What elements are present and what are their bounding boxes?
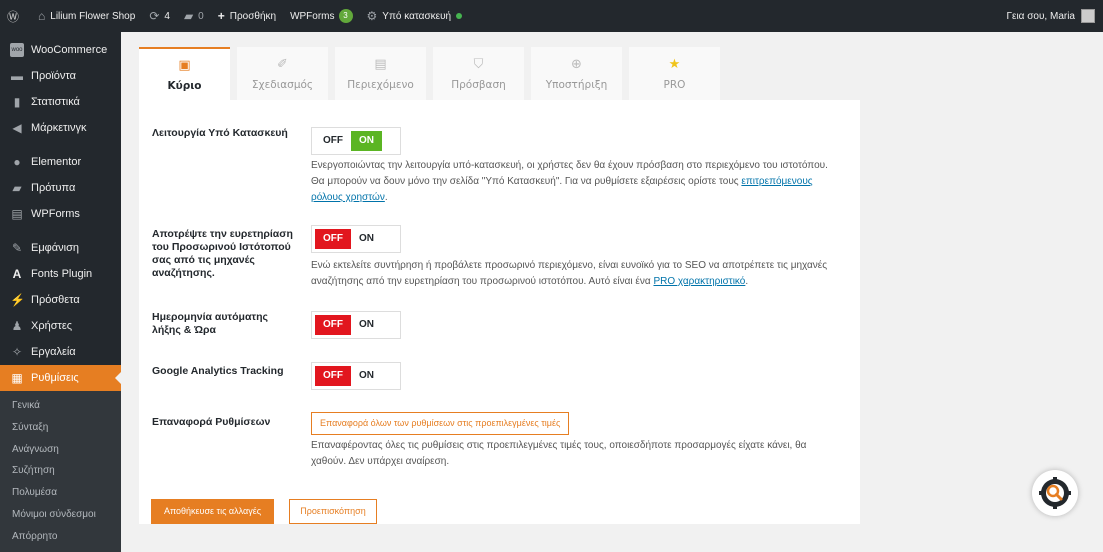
sidebar-item-elementor[interactable]: ● Elementor — [0, 149, 121, 175]
folder-icon: ▰ — [12, 181, 22, 195]
avatar — [1081, 9, 1095, 23]
admin-sidebar: woo WooCommerce ▬ Προϊόντα ▮ Στατιστικά ◀ Μά… — [0, 32, 121, 552]
reset-settings-button[interactable]: Επαναφορά όλων των ρυθμίσεων στις προεπι… — [311, 412, 570, 435]
sidebar-item-tools[interactable]: ✧ Εργαλεία — [0, 339, 121, 365]
wpforms-icon: ▤ — [11, 207, 23, 221]
reset-settings-label: Επαναφορά Ρυθμίσεων — [152, 416, 271, 428]
account-menu[interactable]: Γεια σου, Maria — [999, 0, 1103, 32]
sidebar-item-wpforms[interactable]: ▤ WPForms — [0, 201, 121, 227]
submenu-item-media[interactable]: Πολυμέσα — [0, 482, 121, 504]
noindex-label: Αποτρέψτε την ευρετηρίαση του Προσωρινού… — [152, 228, 293, 279]
reset-settings-description: Επαναφέροντας όλες τις ρυθμίσεις στις πρ… — [311, 440, 807, 467]
submenu-item-permalinks[interactable]: Μόνιμοι σύνδεσμοι — [0, 504, 121, 526]
sidebar-item-appearance[interactable]: ✎ Εμφάνιση — [0, 235, 121, 261]
updates-icon: ⟳ — [149, 9, 160, 23]
sidebar-item-templates[interactable]: ▰ Πρότυπα — [0, 175, 121, 201]
auto-end-label: Ημερομηνία αυτόματης λήξης & Ώρα — [152, 311, 268, 336]
toggle-on-option[interactable]: ON — [351, 131, 382, 151]
star-icon: ★ — [668, 56, 681, 72]
save-changes-button[interactable]: Αποθήκευσε τις αλλαγές — [151, 499, 274, 524]
brush-icon: ✐ — [277, 56, 288, 72]
toggle-on-option[interactable]: ON — [351, 229, 382, 249]
paintbrush-icon: ✎ — [11, 241, 23, 255]
noindex-toggle[interactable]: OFF ON — [311, 225, 401, 253]
shield-icon: ⛉ — [473, 56, 484, 72]
comments-link[interactable]: ▰ 0 — [177, 0, 211, 32]
sidebar-item-marketing[interactable]: ◀ Μάρκετινγκ — [0, 115, 121, 141]
tab-general[interactable]: ▣ Κύριο — [139, 47, 230, 100]
auto-end-toggle[interactable]: OFF ON — [311, 311, 401, 339]
megaphone-icon: ◀ — [12, 121, 22, 135]
tab-design[interactable]: ✐ Σχεδιασμός — [237, 47, 328, 100]
support-icon: ⊕ — [571, 56, 582, 72]
sidebar-item-analytics[interactable]: ▮ Στατιστικά — [0, 89, 121, 115]
gear-icon: ⚙ — [366, 9, 378, 23]
woocommerce-icon: woo — [10, 43, 24, 57]
elementor-icon: ● — [13, 155, 21, 169]
maintenance-mode-label: Λειτουργία Υπό Κατασκευή — [152, 127, 288, 139]
tab-content[interactable]: ▤ Περιεχόμενο — [335, 47, 426, 100]
home-icon: ⌂ — [38, 9, 46, 23]
wpforms-count-badge: 3 — [338, 9, 353, 23]
products-icon: ▬ — [11, 69, 23, 83]
content-icon: ▤ — [374, 56, 387, 72]
wpforms-link[interactable]: WPForms 3 — [283, 0, 359, 32]
admin-bar: Ⓦ ⌂ Lilium Flower Shop ⟳ 4 ▰ 0 + Προσθήκη WP… — [0, 0, 1103, 32]
sidebar-item-products[interactable]: ▬ Προϊόντα — [0, 63, 121, 89]
sidebar-item-users[interactable]: ♟ Χρήστες — [0, 313, 121, 339]
sidebar-item-woocommerce[interactable]: woo WooCommerce — [0, 37, 121, 63]
noindex-description: Ενώ εκτελείτε συντήρηση ή προβάλετε προσ… — [311, 260, 828, 287]
settings-tabs: ▣ Κύριο ✐ Σχεδιασμός ▤ Περιεχόμενο ⛉ Πρόσβασ… — [139, 47, 727, 100]
fonts-icon: A — [12, 267, 22, 281]
maintenance-mode-description: Ενεργοποιώντας την λειτουργία υπό-κατασκ… — [311, 160, 828, 203]
pro-feature-link[interactable]: PRO χαρακτηριστικό — [653, 276, 745, 287]
users-icon: ♟ — [11, 319, 23, 333]
submenu-item-privacy[interactable]: Απόρρητο — [0, 526, 121, 548]
analytics-toggle[interactable]: OFF ON — [311, 362, 401, 390]
tab-support[interactable]: ⊕ Υποστήριξη — [531, 47, 622, 100]
toggle-on-option[interactable]: ON — [351, 315, 382, 335]
analytics-icon: ▮ — [13, 95, 21, 109]
toggle-off-option[interactable]: OFF — [315, 366, 351, 386]
preview-button[interactable]: Προεπισκόπηση — [289, 499, 377, 524]
maintenance-status-link[interactable]: ⚙ Υπό κατασκευή — [360, 0, 470, 32]
toggle-off-option[interactable]: OFF — [315, 315, 351, 335]
analytics-label: Google Analytics Tracking — [152, 365, 284, 377]
submenu-item-general[interactable]: Γενικά — [0, 395, 121, 417]
toggle-off-option[interactable]: OFF — [315, 131, 351, 151]
sidebar-item-plugins[interactable]: ⚡ Πρόσθετα — [0, 287, 121, 313]
maintenance-mode-toggle[interactable]: OFF ON — [311, 127, 401, 155]
toggle-on-option[interactable]: ON — [351, 366, 382, 386]
wordpress-logo-icon[interactable]: Ⓦ — [0, 0, 31, 32]
gear-search-icon — [1039, 477, 1071, 509]
sidebar-item-settings[interactable]: ▦ Ρυθμίσεις — [0, 365, 121, 391]
settings-icon: ▦ — [11, 371, 23, 385]
tab-access[interactable]: ⛉ Πρόσβαση — [433, 47, 524, 100]
sidebar-item-fonts-plugin[interactable]: A Fonts Plugin — [0, 261, 121, 287]
plus-icon: + — [217, 9, 225, 23]
wrench-icon: ✧ — [11, 345, 23, 359]
settings-submenu: Γενικά Σύνταξη Ανάγνωση Συζήτηση Πολυμέσ… — [0, 391, 121, 552]
comment-icon: ▰ — [183, 9, 194, 23]
site-name-link[interactable]: ⌂ Lilium Flower Shop — [31, 0, 142, 32]
submenu-item-writing[interactable]: Σύνταξη — [0, 417, 121, 439]
submenu-item-reading[interactable]: Ανάγνωση — [0, 439, 121, 461]
updates-link[interactable]: ⟳ 4 — [142, 0, 177, 32]
submenu-item-discussion[interactable]: Συζήτηση — [0, 460, 121, 482]
new-content-link[interactable]: + Προσθήκη — [211, 0, 283, 32]
tab-pro[interactable]: ★ PRO — [629, 47, 720, 100]
status-dot — [456, 13, 463, 19]
toggle-off-option[interactable]: OFF — [315, 229, 351, 249]
settings-panel: Λειτουργία Υπό Κατασκευή OFF ON Ενεργοπο… — [139, 100, 860, 524]
general-icon: ▣ — [178, 57, 191, 73]
plugin-icon: ⚡ — [10, 293, 25, 307]
help-widget-button[interactable] — [1032, 470, 1078, 516]
